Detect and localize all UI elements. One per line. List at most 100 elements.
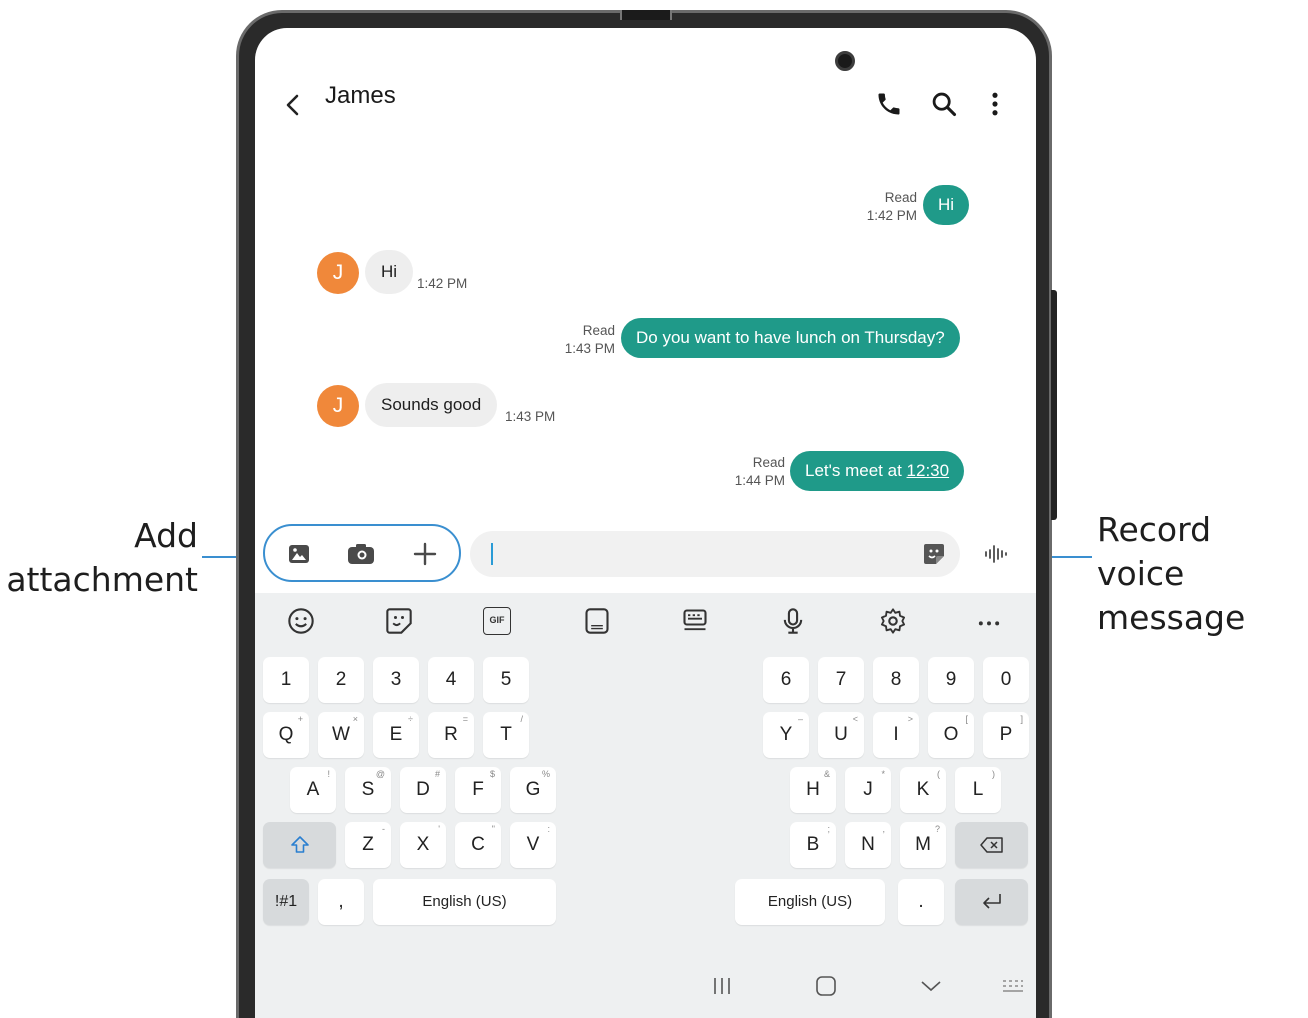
key-0[interactable]: 0 bbox=[983, 657, 1029, 703]
settings-icon[interactable] bbox=[879, 607, 907, 635]
key-s[interactable]: @ S bbox=[345, 767, 391, 813]
key-y[interactable]: – Y bbox=[763, 712, 809, 758]
key-label: 7 bbox=[835, 669, 847, 690]
camera-icon[interactable] bbox=[347, 542, 375, 566]
key-label: 2 bbox=[335, 669, 347, 690]
emoji-icon[interactable] bbox=[287, 607, 315, 635]
key-label: M bbox=[915, 834, 931, 855]
key-hint: ÷ bbox=[408, 714, 413, 724]
time-link[interactable]: 12:30 bbox=[907, 461, 950, 480]
key-7[interactable]: 7 bbox=[818, 657, 864, 703]
key-i[interactable]: > I bbox=[873, 712, 919, 758]
search-icon[interactable] bbox=[930, 90, 958, 118]
key-hint: + bbox=[297, 714, 303, 724]
phone-icon[interactable] bbox=[875, 90, 903, 118]
keyboard-mode-icon[interactable] bbox=[583, 607, 611, 635]
add-attachment-callout-line1: Add bbox=[134, 516, 198, 555]
incoming-message-bubble[interactable]: Hi bbox=[365, 250, 414, 294]
key-g[interactable]: % G bbox=[510, 767, 556, 813]
sticker-icon[interactable] bbox=[922, 542, 946, 566]
outgoing-message-bubble[interactable]: Do you want to have lunch on Thursday? bbox=[621, 318, 960, 358]
backspace-key[interactable] bbox=[955, 822, 1028, 868]
key-k[interactable]: (K bbox=[900, 767, 946, 813]
key-hint: < bbox=[852, 714, 858, 724]
microphone-icon[interactable] bbox=[779, 607, 807, 635]
home-icon[interactable] bbox=[815, 975, 837, 997]
outgoing-message-bubble[interactable]: Let's meet at 12:30 bbox=[790, 451, 965, 491]
key-hint: ] bbox=[1020, 714, 1023, 724]
text-caret bbox=[491, 543, 493, 565]
key-l[interactable]: ) L bbox=[955, 767, 1001, 813]
hide-keyboard-icon[interactable] bbox=[920, 978, 942, 994]
key-n[interactable]: ,N bbox=[845, 822, 891, 868]
key-hint: – bbox=[797, 714, 803, 724]
key-h[interactable]: & H bbox=[790, 767, 836, 813]
gallery-icon[interactable] bbox=[287, 542, 311, 566]
key-m[interactable]: ? M bbox=[900, 822, 946, 868]
key-label: U bbox=[834, 724, 848, 745]
key-e[interactable]: ÷ E bbox=[373, 712, 419, 758]
keyboard-switch-icon[interactable] bbox=[1001, 977, 1025, 995]
key-x[interactable]: ' X bbox=[400, 822, 446, 868]
key-5[interactable]: 5 bbox=[483, 657, 529, 703]
message-time: 1:44 PM bbox=[734, 473, 785, 488]
key-label: 0 bbox=[1000, 669, 1012, 690]
key-a[interactable]: ! A bbox=[290, 767, 336, 813]
back-arrow-icon[interactable] bbox=[283, 90, 301, 120]
key-hint: ? bbox=[934, 824, 940, 834]
key-label: N bbox=[861, 834, 875, 855]
read-status: Read bbox=[884, 190, 917, 205]
add-icon[interactable] bbox=[413, 542, 437, 566]
message-text: Let's meet at bbox=[805, 461, 907, 480]
key-9[interactable]: 9 bbox=[928, 657, 974, 703]
key-o[interactable]: [O bbox=[928, 712, 974, 758]
keyboard-layout-icon[interactable] bbox=[681, 607, 709, 635]
key-8[interactable]: 8 bbox=[873, 657, 919, 703]
key-6[interactable]: 6 bbox=[763, 657, 809, 703]
key-v[interactable]: :V bbox=[510, 822, 556, 868]
key-c[interactable]: " C bbox=[455, 822, 501, 868]
comma-key[interactable]: , bbox=[318, 879, 364, 925]
front-camera bbox=[835, 51, 855, 71]
key-2[interactable]: 2 bbox=[318, 657, 364, 703]
key-b[interactable]: ; B bbox=[790, 822, 836, 868]
key-d[interactable]: # D bbox=[400, 767, 446, 813]
key-label: D bbox=[416, 779, 430, 800]
key-label: 6 bbox=[780, 669, 792, 690]
key-f[interactable]: $ F bbox=[455, 767, 501, 813]
contact-avatar[interactable]: J bbox=[317, 385, 359, 427]
incoming-message-bubble[interactable]: Sounds good bbox=[365, 383, 498, 427]
key-q[interactable]: + Q bbox=[263, 712, 309, 758]
space-key-right[interactable]: English (US) bbox=[735, 879, 885, 925]
key-4[interactable]: 4 bbox=[428, 657, 474, 703]
record-voice-callout: Record voice message bbox=[1097, 508, 1308, 640]
voice-record-icon[interactable] bbox=[983, 542, 1009, 566]
sticker-icon[interactable] bbox=[385, 607, 413, 635]
shift-key[interactable] bbox=[263, 822, 336, 868]
key-3[interactable]: 3 bbox=[373, 657, 419, 703]
contact-avatar[interactable]: J bbox=[317, 252, 359, 294]
recents-icon[interactable] bbox=[711, 976, 733, 996]
period-key[interactable]: . bbox=[898, 879, 944, 925]
gif-icon[interactable]: GIF bbox=[483, 607, 511, 635]
enter-key[interactable] bbox=[955, 879, 1028, 925]
key-1[interactable]: 1 bbox=[263, 657, 309, 703]
key-hint: / bbox=[520, 714, 523, 724]
key-t[interactable]: / T bbox=[483, 712, 529, 758]
key-hint: - bbox=[382, 824, 385, 834]
key-hint: * bbox=[881, 769, 885, 779]
key-label: B bbox=[806, 834, 820, 855]
key-u[interactable]: < U bbox=[818, 712, 864, 758]
more-icon[interactable] bbox=[975, 607, 1003, 635]
key-r[interactable]: = R bbox=[428, 712, 474, 758]
space-key-left[interactable]: English (US) bbox=[373, 879, 556, 925]
key-j[interactable]: * J bbox=[845, 767, 891, 813]
key-p[interactable]: ] P bbox=[983, 712, 1029, 758]
outgoing-message-bubble[interactable]: Hi bbox=[923, 185, 970, 225]
more-options-icon[interactable] bbox=[981, 90, 1009, 118]
key-w[interactable]: × W bbox=[318, 712, 364, 758]
top-hinge bbox=[620, 10, 672, 20]
message-input[interactable] bbox=[470, 531, 960, 577]
key-z[interactable]: -Z bbox=[345, 822, 391, 868]
symbols-key[interactable]: !#1 bbox=[263, 879, 309, 925]
